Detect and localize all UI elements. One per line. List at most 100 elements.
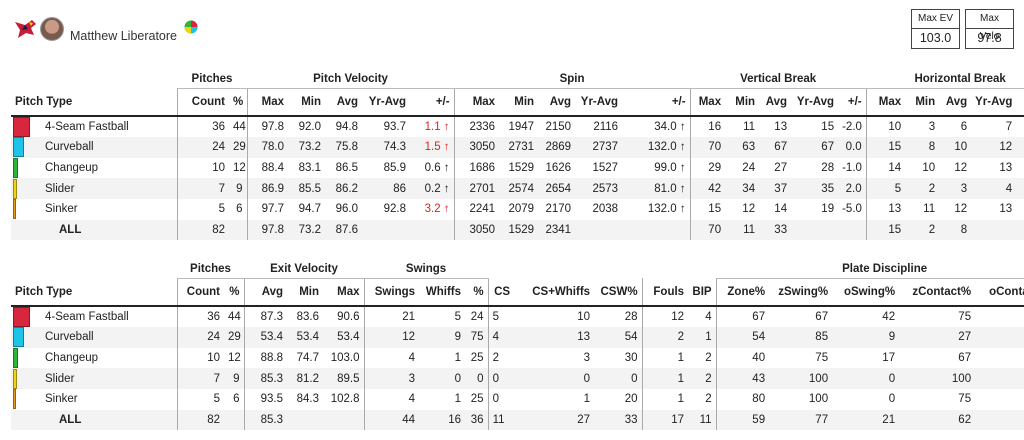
col-header[interactable]: Count [176,88,229,117]
pitch-type-cell: Curveball [11,327,177,348]
col-header[interactable]: % [224,278,245,307]
table-cell: 14 [865,157,906,179]
col-header[interactable]: oSwing% [832,278,900,307]
col-header[interactable]: zContact% [899,278,976,307]
col-header[interactable]: Max [453,88,500,117]
table-cell: 2170 [545,203,572,216]
table-cell [575,219,623,241]
table-cell: 83.6 [296,311,320,323]
table-cell: 132.0 ↑ [622,137,691,158]
table-cell: -- [975,368,1024,390]
col-header[interactable]: oContact% [975,278,1024,307]
group-plate-discipline: Plate Discipline [716,256,1024,279]
col-header[interactable]: BIP [688,278,717,307]
table-cell: 62 [899,409,976,431]
table-cell: 80 [975,306,1024,327]
col-header[interactable]: +/- [410,88,455,117]
pitch-type-cell: Sinker [11,199,177,220]
table-cell: 94.8 [335,121,359,133]
table-cell: 67 [715,306,770,327]
col-header[interactable]: % [465,278,489,307]
col-header[interactable]: Min [287,278,324,307]
table-cell: 85 [769,327,833,348]
col-header[interactable]: Min [288,88,326,117]
table-cell: 16 [419,409,466,431]
group-exit-velocity: Exit Velocity [244,256,365,279]
table-cell: 2079 [508,203,535,216]
col-header[interactable]: CS+Whiffs [514,278,595,307]
table-cell: 1626 [545,162,572,175]
table-cell: 24 [742,162,756,175]
col-header[interactable]: +/- [838,88,867,117]
table-cell: 2 [705,352,712,365]
table-cell: 59 [715,409,770,431]
table-cell: 75 [958,311,972,323]
table-cell: 13 [514,327,595,348]
table-cell: 1529 [508,162,535,175]
table-cell: 29 [224,327,245,348]
pitch-type-cell: 4-Seam Fastball [11,116,177,137]
table-cell: 0.2 ↑ [410,178,455,200]
table-cell: 8 [905,137,940,158]
table-cell: -1.0 [1016,199,1024,220]
table-cell: 15 [865,219,906,241]
col-header[interactable]: Yr-Avg [575,88,623,117]
multicolor-ball-icon [184,20,198,34]
col-header-pitch-type[interactable]: Pitch Type [11,88,177,117]
col-header[interactable]: Min [725,88,760,117]
table-cell: 100 [899,368,976,390]
table-cell: 5 [454,311,462,323]
table-cell: 85.5 [288,178,326,200]
table-cell: 3 [583,352,591,365]
col-header[interactable]: Max [689,88,726,117]
col-header[interactable]: Avg [939,88,972,117]
col-header[interactable]: % [229,88,248,117]
col-header[interactable]: Fouls [641,278,689,307]
table-cell: 12 [954,203,968,216]
col-header[interactable]: Yr-Avg [362,88,411,117]
col-header[interactable]: Yr-Avg [791,88,839,117]
table-cell: 10 [577,311,591,323]
table-cell: 1947 [508,121,535,133]
table-cell: 10 [176,157,229,179]
col-header[interactable]: Max [246,88,289,117]
table-cell: 36 [465,409,489,431]
col-header[interactable]: +/- [622,88,691,117]
table-cell: 44 [363,409,420,431]
table-cell: 4 [363,389,420,410]
table-cell: 36 [176,306,224,327]
col-header[interactable]: +/- [1016,88,1024,117]
col-header[interactable]: Zone% [715,278,770,307]
col-header[interactable]: Min [905,88,940,117]
col-header[interactable]: Min [499,88,539,117]
col-header[interactable]: CSW% [594,278,643,307]
col-header[interactable]: Avg [538,88,576,117]
table-cell: 85.9 [383,162,407,175]
table-row: Slider 7 9 86.9 85.5 86.2 86 0.2 ↑ 2701 2574 2654 2… [11,178,1024,200]
table-cell: 87.3 [243,306,288,327]
col-header[interactable]: Max [865,88,906,117]
max-velo-label: Max Velo [966,10,1013,42]
col-header[interactable]: Yr-Avg [971,88,1017,117]
table-cell: 29 [229,137,248,158]
table-cell: 27 [774,162,788,175]
col-header-pitch-type[interactable]: Pitch Type [11,278,177,307]
table-cell: 21 [363,306,420,327]
col-header[interactable]: Avg [243,278,288,307]
col-header[interactable]: Swings [363,278,420,307]
col-header[interactable]: Count [176,278,224,307]
table-cell: 70 [689,137,726,158]
table-cell: 4 [971,178,1017,200]
col-header[interactable]: Avg [325,88,363,117]
max-velo-value: 97.8 [977,31,1002,45]
col-header[interactable]: Avg [759,88,792,117]
col-header[interactable]: Whiffs [419,278,466,307]
table-cell: 97.8 [246,219,289,241]
col-header[interactable]: CS [487,278,515,307]
col-header[interactable]: zSwing% [769,278,833,307]
table-cell: 34.0 ↑ [654,121,686,133]
col-header[interactable]: Max [323,278,365,307]
table-cell: 99.0 ↑ [654,162,686,175]
table-cell: 97.8 [246,116,289,137]
table-cell: 92.0 [298,121,322,133]
